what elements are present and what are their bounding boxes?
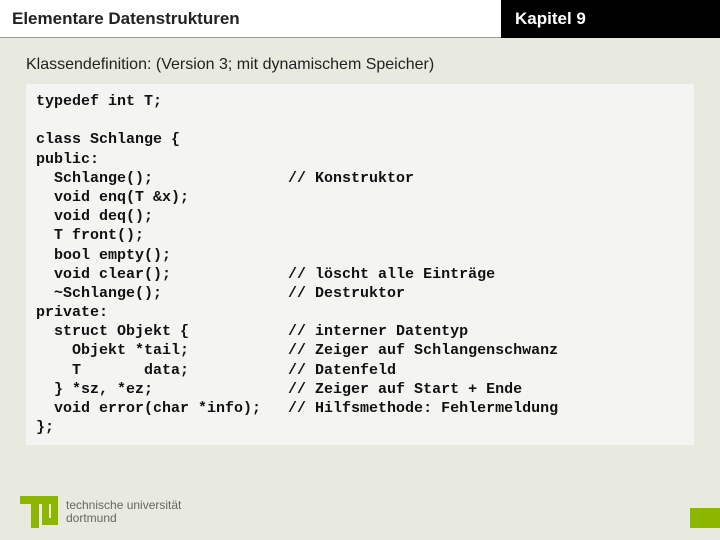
code-block: typedef int T; class Schlange { public: … — [26, 84, 694, 445]
page-accent-bar — [690, 508, 720, 528]
university-logo: technische universität dortmund — [20, 496, 181, 528]
slide-header: Elementare Datenstrukturen Kapitel 9 — [0, 0, 720, 38]
university-name-line2: dortmund — [66, 512, 181, 525]
subtitle: Klassendefinition: (Version 3; mit dynam… — [26, 56, 694, 74]
slide-footer: technische universität dortmund — [0, 484, 720, 540]
university-name: technische universität dortmund — [66, 499, 181, 524]
tu-logo-icon — [20, 496, 58, 528]
slide-content: Klassendefinition: (Version 3; mit dynam… — [0, 38, 720, 445]
header-title-right: Kapitel 9 — [501, 0, 720, 38]
header-title-left: Elementare Datenstrukturen — [0, 0, 501, 38]
